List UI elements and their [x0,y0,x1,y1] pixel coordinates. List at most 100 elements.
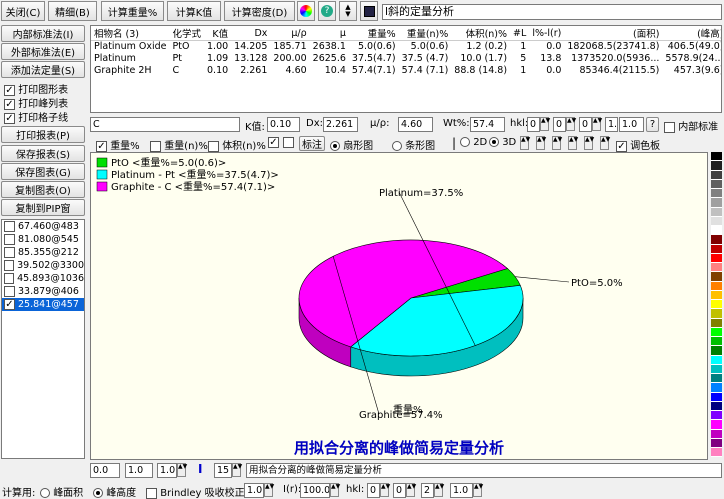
help-button[interactable]: ? [646,117,659,132]
additive-method-button[interactable]: 添加法定量(S) [1,61,85,78]
list-item[interactable]: ✓ 25.841@457 [2,298,84,311]
save-report-button[interactable]: 保存报表(S) [1,145,85,162]
external-standard-button[interactable]: 外部标准法(E) [1,43,85,60]
status-r-input[interactable]: 1.0 [450,483,473,498]
r-input[interactable]: 1.0 [605,117,618,132]
internal-standard-button[interactable]: 内部标准法(I) [1,25,85,42]
palette-swatch[interactable] [711,290,722,300]
height-radio[interactable]: 峰高度 [93,484,136,499]
palette-swatch[interactable] [711,170,722,180]
palette-swatch[interactable] [711,226,722,236]
palette-swatch[interactable] [711,429,722,439]
status-k-input[interactable]: 0 [393,483,406,498]
palette-icon[interactable] [297,1,315,21]
column-header[interactable]: 重量% [348,26,399,41]
palette-swatch[interactable] [711,420,722,430]
table-row[interactable]: Platinum Pt 1.09 13.128 200.00 2625.6 37.5(4.7… [91,53,721,65]
rotate-spin-icon[interactable]: ▲▼ [520,136,530,150]
column-header[interactable]: Dx [231,26,271,41]
r-value-input[interactable]: 1.0 [619,117,644,132]
palette-swatch[interactable] [711,198,722,208]
voln-check[interactable]: 体积(n)% [208,137,266,152]
h-input[interactable]: 0 [527,117,540,132]
copy-chart-button[interactable]: 复制图表(O) [1,181,85,198]
palette-swatch[interactable] [711,337,722,347]
text-cursor-icon[interactable]: I [198,462,202,476]
tilt-spin-icon[interactable]: ▲▼ [536,136,546,150]
print-grid-check[interactable]: ✓ 打印格子线 [4,109,68,124]
detail-button[interactable]: 精细(B) [48,1,97,21]
chart-title-input[interactable]: 用拟合分离的峰做简易定量分析 [246,463,722,478]
list-item[interactable]: 39.502@3300 [2,259,84,272]
pie-radio[interactable]: 扇形图 [330,137,373,152]
palette-swatch[interactable] [711,374,722,384]
l-spin-icon[interactable]: ▲▼ [592,117,602,131]
ir-spin-icon[interactable]: ▲▼ [330,483,340,497]
palette-swatch[interactable] [711,207,722,217]
palette-swatch[interactable] [711,235,722,245]
print-chart-check[interactable]: ✓ 打印图形表 [4,81,68,96]
bottom-value-3[interactable]: 1.0 [157,463,177,478]
palette-swatch[interactable] [711,401,722,411]
palette-swatch[interactable] [711,272,722,282]
wt-check[interactable]: ✓ 重量% [96,137,140,152]
list-item[interactable]: 33.879@406 [2,285,84,298]
brindley-check[interactable]: Brindley 吸收校正 [146,484,245,499]
internal-std-check[interactable]: 内部标准 [664,118,718,133]
palette-swatch[interactable] [711,244,722,254]
palette-swatch[interactable] [711,161,722,171]
list-item[interactable]: 45.893@1036 [2,272,84,285]
font-size-spin-icon[interactable]: ▲▼ [232,463,242,477]
wt-input[interactable]: 57.4 [470,117,505,132]
extra-check-2[interactable] [283,137,294,149]
column-header[interactable]: 体积(n)% [451,26,511,41]
column-header[interactable]: (峰高) [662,26,721,41]
column-header[interactable]: 重量(n)% [398,26,452,41]
dx-input[interactable]: 2.261 [323,117,358,132]
palette-swatch[interactable] [711,411,722,421]
palette-swatch[interactable] [711,438,722,448]
palette-swatch[interactable] [711,318,722,328]
k-input[interactable]: 0.10 [267,117,300,132]
bottom-value-1[interactable]: 0.0 [90,463,120,478]
column-header[interactable]: K值 [204,26,232,41]
k-hkl-input[interactable]: 0 [553,117,566,132]
2d-radio[interactable]: 2D [460,137,487,148]
calc-k-button[interactable]: 计算K值 [167,1,221,21]
palette-swatch[interactable] [711,383,722,393]
print-peaks-check[interactable]: ✓ 打印峰列表 [4,95,68,110]
title-button[interactable]: 标注 [299,136,325,151]
list-item[interactable]: 81.080@545 [2,233,84,246]
palette-swatch[interactable] [711,263,722,273]
l-input[interactable]: 0 [579,117,592,132]
column-header[interactable]: #L [510,26,530,41]
ir-input[interactable]: 100.0 [300,483,330,498]
bottom-value-2[interactable]: 1.0 [125,463,153,478]
calc-weight-button[interactable]: 计算重量% [101,1,164,21]
save-icon[interactable] [360,1,378,21]
list-item[interactable]: 67.460@483 [2,220,84,233]
palette-swatch[interactable] [711,355,722,365]
palette-swatch[interactable] [711,152,722,162]
3d-radio[interactable]: 3D [489,137,516,148]
save-chart-button[interactable]: 保存图表(G) [1,163,85,180]
title-field[interactable]: l斜的定量分析 [382,4,722,20]
wtn-check[interactable]: 重量(n)% [150,137,208,152]
status-l-input[interactable]: 2 [421,483,434,498]
palette-swatch[interactable] [711,392,722,402]
palette-swatch[interactable] [711,189,722,199]
status-r-spin-icon[interactable]: ▲▼ [473,483,483,497]
column-header[interactable]: 相物名 (3) [91,26,170,41]
palette-swatch[interactable] [711,281,722,291]
copy-to-pip-button[interactable]: 复制到PIP窗 [1,199,85,216]
size-spin-icon[interactable]: ▲▼ [568,136,578,150]
help-icon[interactable]: ? [318,1,336,21]
palette-swatch[interactable] [711,300,722,310]
palette-swatch[interactable] [711,346,722,356]
calc-density-button[interactable]: 计算密度(D) [224,1,295,21]
h-spin-icon[interactable]: ▲▼ [540,117,550,131]
palette-swatch[interactable] [711,216,722,226]
table-row[interactable]: Graphite 2H C 0.10 2.261 4.60 10.4 57.4(7.1) 57… [91,65,721,77]
brindley-value[interactable]: 1.0 [244,483,264,498]
bottom-spin-icon[interactable]: ▲▼ [177,463,187,477]
